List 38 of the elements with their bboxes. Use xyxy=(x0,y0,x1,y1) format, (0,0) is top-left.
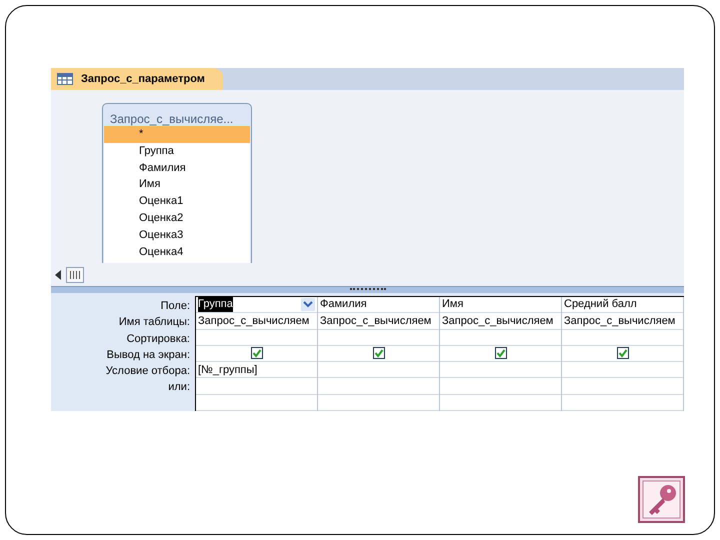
field-list-item[interactable]: Оценка1 xyxy=(104,193,250,210)
empty-grid-cell[interactable]: Имя xyxy=(440,296,561,314)
table-cell-text: Запрос_с_вычисляем xyxy=(442,314,554,328)
scroll-left-icon[interactable] xyxy=(54,270,62,280)
field-list-item[interactable]: Фамилия xyxy=(104,160,250,176)
field-list-item[interactable]: Оценка4 xyxy=(104,244,250,260)
table-cell-text: Запрос_с_вычисляем xyxy=(564,314,676,328)
field-cell[interactable]: Группа xyxy=(198,296,233,312)
query-icon xyxy=(57,73,73,85)
field-list-item[interactable]: Имя xyxy=(104,176,250,194)
field-list-item[interactable]: Группа xyxy=(104,142,250,160)
show-checkbox[interactable] xyxy=(250,347,262,360)
dropdown-icon[interactable] xyxy=(301,298,315,312)
show-checkbox[interactable] xyxy=(494,347,506,360)
empty-grid-cell[interactable]: Средний балл xyxy=(562,296,683,314)
empty-grid-cell[interactable]: Фамилия xyxy=(318,296,439,314)
row-label: Вывод на экран: xyxy=(106,348,191,363)
row-label: Имя таблицы: xyxy=(118,315,191,330)
field-list-item[interactable]: Оценка3 xyxy=(104,226,250,244)
field-cell[interactable]: Средний балл xyxy=(564,296,637,312)
document-tab[interactable]: Запрос_с_параметром xyxy=(51,68,223,90)
row-label: или: xyxy=(167,380,191,396)
row-label: Сортировка: xyxy=(126,332,191,347)
empty-grid-cell[interactable]: Группа xyxy=(196,296,317,314)
scrollbar-thumb[interactable] xyxy=(66,266,84,283)
row-label: Поле: xyxy=(160,298,191,314)
field-list-item[interactable]: * xyxy=(104,126,250,143)
field-list-item[interactable]: Оценка2 xyxy=(104,210,250,227)
field-cell[interactable]: Имя xyxy=(442,296,464,312)
show-checkbox[interactable] xyxy=(372,347,384,360)
field-cell[interactable]: Фамилия xyxy=(320,296,367,312)
row-label: Условие отбора: xyxy=(104,364,191,380)
key-logo-icon xyxy=(638,476,685,523)
table-cell-text: Запрос_с_вычисляем xyxy=(198,314,310,328)
field-list-title: Запрос_с_вычисляе... xyxy=(109,111,234,126)
show-checkbox[interactable] xyxy=(616,347,628,360)
table-cell-text: Запрос_с_вычисляем xyxy=(320,314,432,328)
criteria-cell-text: [№_группы] xyxy=(198,362,258,378)
